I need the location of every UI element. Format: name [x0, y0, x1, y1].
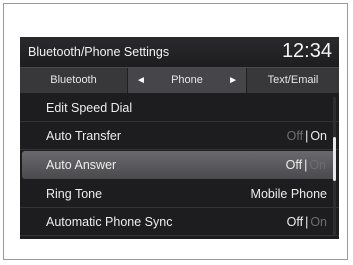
menu-item-label: Ring Tone	[46, 187, 103, 201]
tab-prev-arrow-icon[interactable]: ◄	[136, 68, 146, 93]
option-off: Off	[286, 215, 304, 229]
tab-next-arrow-icon[interactable]: ►	[228, 68, 238, 93]
tab-phone[interactable]: ◄ Phone ►	[128, 68, 246, 93]
menu-item-label: Automatic Phone Sync	[46, 215, 173, 229]
option-on: On	[309, 158, 326, 172]
menu-item-automatic-phone-sync[interactable]: Automatic Phone Sync Off | On	[20, 208, 339, 236]
phone-sync-toggle[interactable]: Off | On	[287, 215, 327, 229]
title-bar: Bluetooth/Phone Settings 12:34	[20, 37, 339, 67]
ring-tone-value: Mobile Phone	[250, 187, 327, 201]
menu-item-ring-tone[interactable]: Ring Tone Mobile Phone	[20, 180, 339, 208]
auto-answer-toggle[interactable]: Off | On	[286, 158, 326, 172]
option-on: On	[310, 129, 327, 143]
nav-screen: Bluetooth/Phone Settings 12:34 Bluetooth…	[20, 37, 339, 239]
figure-frame: Bluetooth/Phone Settings 12:34 Bluetooth…	[3, 3, 348, 260]
option-off: Off	[286, 129, 304, 143]
clock: 12:34	[281, 40, 332, 62]
tab-phone-label: Phone	[171, 74, 203, 86]
scrollbar-thumb[interactable]	[333, 137, 336, 181]
option-on: On	[310, 215, 327, 229]
menu-item-label: Auto Answer	[46, 158, 117, 172]
tab-bar: Bluetooth ◄ Phone ► Text/Email	[20, 67, 339, 93]
tab-bluetooth[interactable]: Bluetooth	[20, 68, 128, 93]
menu-item-label: Edit Speed Dial	[46, 101, 133, 115]
screen-title: Bluetooth/Phone Settings	[28, 45, 170, 59]
scrollbar[interactable]	[333, 97, 336, 235]
option-off: Off	[285, 158, 303, 172]
menu-item-auto-transfer[interactable]: Auto Transfer Off | On	[20, 122, 339, 150]
menu-item-label: Auto Transfer	[46, 129, 122, 143]
tab-text-email[interactable]: Text/Email	[246, 68, 339, 93]
menu-item-auto-answer[interactable]: Auto Answer Off | On	[22, 151, 336, 179]
settings-list: Edit Speed Dial Auto Transfer Off | On Aut…	[20, 94, 339, 239]
menu-item-edit-speed-dial[interactable]: Edit Speed Dial	[20, 94, 339, 122]
auto-transfer-toggle[interactable]: Off | On	[287, 129, 327, 143]
